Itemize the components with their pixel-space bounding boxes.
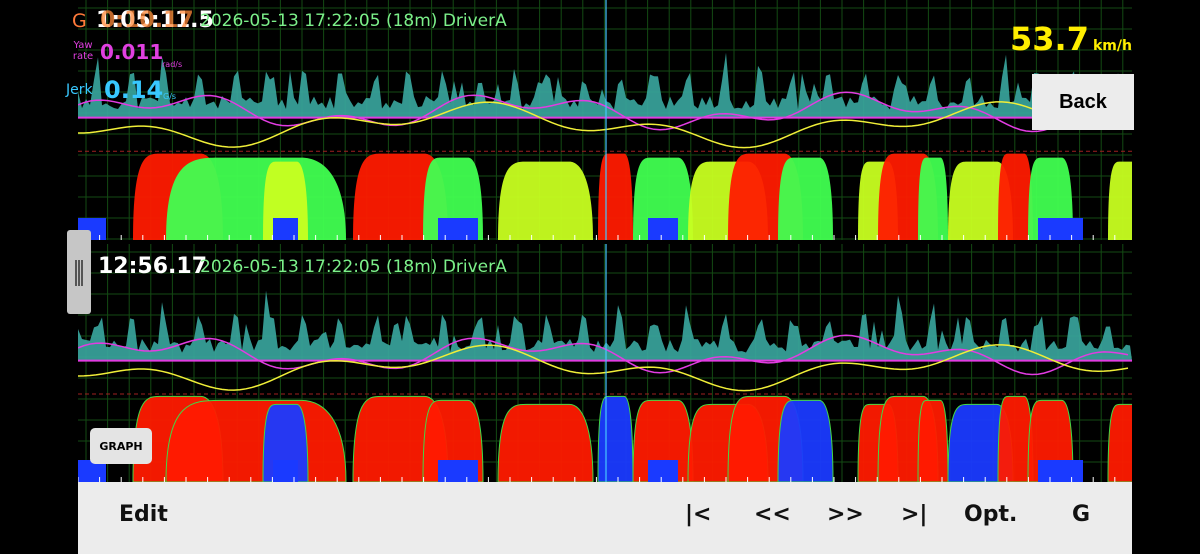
bottom-graph-panel[interactable] (78, 244, 1132, 482)
jerk-area (78, 52, 1132, 118)
brake-block (648, 460, 678, 482)
grip-line-icon (75, 260, 77, 286)
speed-unit: km/h (1092, 38, 1132, 54)
back-button[interactable]: Back (1032, 74, 1134, 130)
brake-block (1038, 218, 1083, 240)
accel-hump (598, 153, 633, 240)
top-session-info: 2026-05-13 17:22:05 (18m) DriverA (200, 11, 507, 31)
right-margin (1132, 140, 1200, 554)
accel-hump (498, 161, 593, 240)
edit-button[interactable]: Edit (119, 502, 168, 527)
speed-value: 53.7 (1010, 20, 1089, 58)
yaw-rate-unit: rad/s (162, 60, 183, 69)
g-label: G (72, 10, 87, 32)
jump-end-button[interactable]: >| (901, 502, 927, 527)
accel-hump (498, 404, 593, 482)
accel-hump (166, 400, 346, 482)
accel-hump (918, 400, 948, 482)
accel-hump (778, 157, 833, 240)
jerk-unit: G/s (163, 92, 177, 101)
brake-block (438, 460, 478, 482)
g-button[interactable]: G (1072, 502, 1090, 527)
bottom-toolbar: Edit |< << >> >| Opt. G (78, 482, 1132, 554)
yaw-rate-label: Yaw rate (72, 40, 94, 62)
brake-block (648, 218, 678, 240)
accel-hump (598, 396, 633, 482)
rewind-button[interactable]: << (754, 502, 791, 527)
jump-start-button[interactable]: |< (685, 502, 711, 527)
jerk-area (78, 290, 1132, 361)
panel-resize-handle[interactable] (67, 230, 91, 314)
accel-hump (1108, 161, 1132, 240)
accel-hump (778, 400, 833, 482)
forward-button[interactable]: >> (827, 502, 864, 527)
grip-line-icon (78, 260, 80, 286)
bottom-session-info: 2026-05-13 17:22:05 (18m) DriverA (200, 257, 507, 277)
accel-hump (918, 157, 948, 240)
accel-hump (998, 153, 1033, 240)
jerk-label: Jerk (66, 82, 93, 98)
yaw-rate-value: 0.011 (100, 40, 164, 64)
bottom-graph-svg (78, 244, 1132, 482)
options-button[interactable]: Opt. (964, 502, 1017, 527)
graph-mode-button[interactable]: GRAPH (90, 428, 152, 464)
brake-block (438, 218, 478, 240)
grip-line-icon (81, 260, 83, 286)
speed-readout: 53.7 km/h (1010, 20, 1132, 58)
bottom-time: 12:56.17 (98, 254, 208, 279)
accel-hump (166, 157, 346, 240)
top-graph-svg (78, 0, 1132, 240)
top-graph-panel[interactable] (78, 0, 1132, 240)
jerk-value: 0.14 (104, 76, 164, 104)
top-time-overlay: 0:10.17 (100, 8, 194, 33)
brake-block (1038, 460, 1083, 482)
